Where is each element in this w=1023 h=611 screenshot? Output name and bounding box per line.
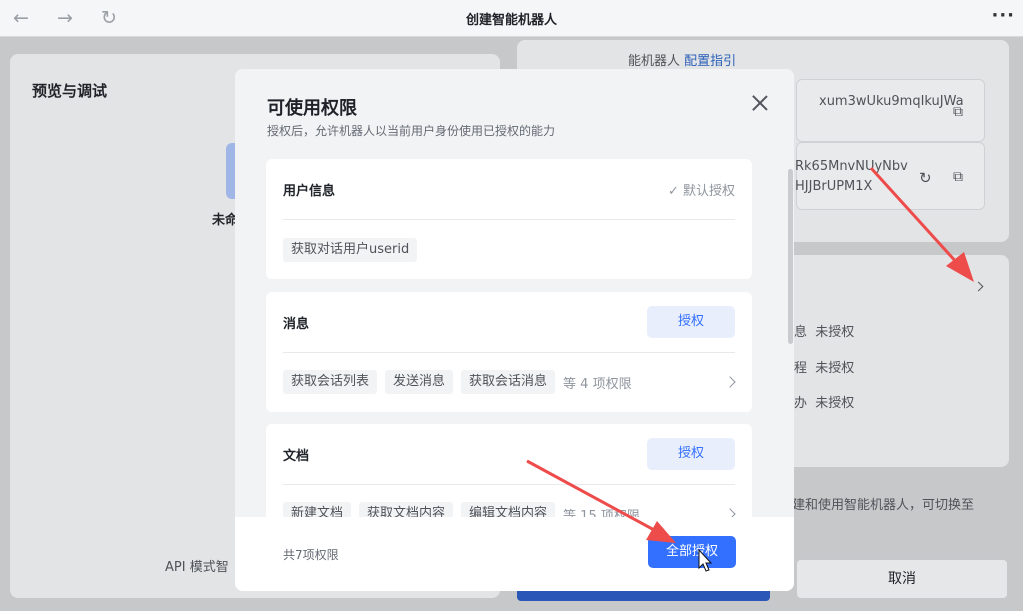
section-title: 消息 [283,317,310,332]
refresh-secret-icon[interactable]: ↻ [919,169,932,187]
more-permissions-text: 等 4 项权限 [563,376,632,392]
app-secret-box: Rk65MnvNUyNbv HJJBrUPM1X ↻ ⧉ [795,142,985,210]
app-secret-line2: HJJBrUPM1X [795,179,873,194]
permissions-modal: 可使用权限 授权后，允许机器人以当前用户身份使用已授权的能力 用户信息 ✓ 默认… [235,69,794,591]
section-user-info: 用户信息 ✓ 默认授权 获取对话用户userid [266,159,752,279]
permission-chip: 获取文档内容 [359,502,454,517]
divider [283,219,735,220]
perm-row-2: 程 未授权 [794,361,855,376]
permission-chip: 获取对话用户userid [283,238,418,262]
app-key-value: xum3wUku9mqIkuJWa [819,94,964,109]
perm-row-3: 办 未授权 [794,396,855,411]
modal-footer: 共7项权限 全部授权 [235,517,794,591]
chip-row: 获取对话用户userid [283,238,418,262]
chevron-right-icon[interactable] [724,376,736,388]
permission-chip: 新建文档 [283,502,352,517]
section-title: 用户信息 [283,184,336,199]
default-auth-label: ✓ 默认授权 [667,184,735,199]
section-messages: 消息 授权 获取会话列表 发送消息 获取会话消息 等 4 项权限 [266,292,752,412]
permission-chip: 编辑文档内容 [461,502,556,517]
permission-chip: 发送消息 [385,370,454,394]
authorize-button[interactable]: 授权 [647,438,735,470]
divider [283,484,735,485]
api-mode-text: API 模式智 [165,560,229,575]
config-guide-link[interactable]: 配置指引 [684,54,736,69]
chevron-right-icon[interactable] [724,508,736,517]
permission-chip: 获取会话列表 [283,370,378,394]
authorize-all-button[interactable]: 全部授权 [648,536,736,568]
permission-chip: 获取会话消息 [461,370,556,394]
modal-subtitle: 授权后，允许机器人以当前用户身份使用已授权的能力 [267,124,556,138]
app-secret-line1: Rk65MnvNUyNbv [795,159,908,174]
modal-scrollbar[interactable] [788,169,793,344]
permission-list[interactable]: 用户信息 ✓ 默认授权 获取对话用户userid 消息 授权 获取会话列表 发送… [235,157,794,517]
cancel-button[interactable]: 取消 [796,559,1008,599]
close-icon[interactable] [750,93,770,113]
divider [283,352,735,353]
more-permissions-text: 等 15 项权限 [563,508,640,518]
copy-icon[interactable]: ⧉ [953,104,963,120]
footer-note: 建和使用智能机器人，可切换至 [792,498,975,513]
modal-title: 可使用权限 [267,98,357,119]
section-documents: 文档 授权 新建文档 获取文档内容 编辑文档内容 等 15 项权限 [266,424,752,517]
title-bar: ← → ↻ 创建智能机器人 ··· [0,0,1023,37]
copy-secret-icon[interactable]: ⧉ [953,169,963,185]
guide-text: 能机器人 配置指引 [628,54,737,69]
confirm-button-partial[interactable] [517,591,770,601]
perm-row-1: 息 未授权 [794,325,855,340]
more-menu-icon[interactable]: ··· [991,5,1015,26]
check-icon: ✓ [667,184,679,199]
chip-row: 新建文档 获取文档内容 编辑文档内容 等 15 项权限 [283,502,640,517]
authorize-button[interactable]: 授权 [647,306,735,338]
permission-count: 共7项权限 [283,548,339,562]
chip-row: 获取会话列表 发送消息 获取会话消息 等 4 项权限 [283,370,632,394]
preview-title: 预览与调试 [32,82,108,100]
modal-body: 可使用权限 授权后，允许机器人以当前用户身份使用已授权的能力 用户信息 ✓ 默认… [235,69,794,591]
app-key-box: xum3wUku9mqIkuJWa ⧉ [796,79,985,142]
section-title: 文档 [283,449,310,464]
window-title: 创建智能机器人 [465,13,557,28]
